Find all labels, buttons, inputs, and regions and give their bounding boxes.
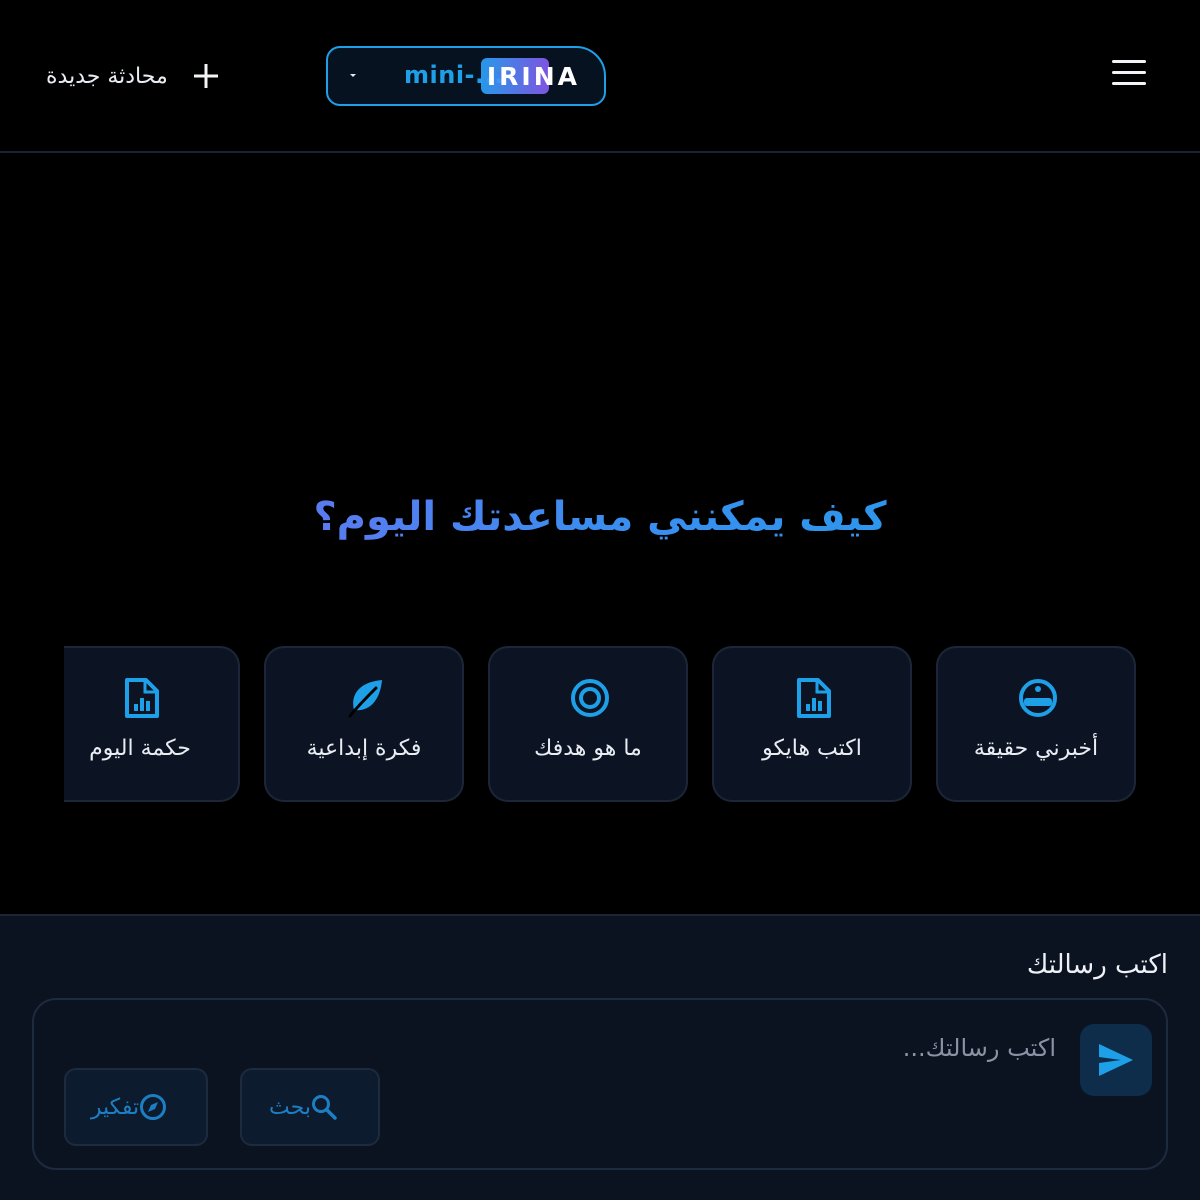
compass-icon — [140, 1094, 167, 1120]
page-title: كيف يمكنني مساعدتك اليوم؟ — [0, 494, 1200, 540]
suggestion-label: حكمة اليوم — [89, 736, 191, 761]
brand-logo: IRINA — [480, 58, 586, 94]
message-composer: اكتب رسالتك بحث تفكير — [0, 914, 1200, 1200]
suggestion-label: اكتب هايكو — [762, 736, 862, 761]
chevron-down-icon — [350, 74, 356, 77]
suggestion-label: ما هو هدفك — [534, 736, 642, 761]
hamburger-menu-icon[interactable] — [1110, 58, 1150, 90]
emoji-icon — [1019, 679, 1057, 717]
search-label: بحث — [269, 1094, 311, 1120]
send-button[interactable] — [1080, 1024, 1152, 1096]
search-button[interactable]: بحث — [240, 1068, 380, 1146]
new-chat-button[interactable]: محادثة جديدة — [46, 58, 220, 94]
top-bar: محادثة جديدة mini-... IRINA — [0, 0, 1200, 153]
message-box: بحث تفكير — [32, 998, 1168, 1170]
brand-text: IRINA — [486, 61, 580, 91]
plus-icon — [193, 64, 218, 88]
new-chat-label: محادثة جديدة — [46, 63, 168, 89]
document-chart-icon — [125, 678, 159, 718]
suggestion-label: فكرة إبداعية — [306, 736, 422, 761]
suggestion-card-wisdom[interactable]: حكمة اليوم — [64, 646, 240, 802]
message-input[interactable] — [356, 1028, 1056, 1068]
send-icon — [1099, 1044, 1133, 1076]
leaf-icon — [348, 680, 382, 718]
suggestion-list: أخبرني حقيقة اكتب هايكو ما هو هدفك فكرة … — [64, 646, 1136, 802]
suggestion-card-goal[interactable]: ما هو هدفك — [488, 646, 688, 802]
think-label: تفكير — [90, 1094, 140, 1120]
suggestion-card-creative[interactable]: فكرة إبداعية — [264, 646, 464, 802]
composer-title: اكتب رسالتك — [1026, 950, 1168, 980]
model-selector[interactable]: mini-... IRINA — [326, 46, 606, 106]
think-button[interactable]: تفكير — [64, 1068, 208, 1146]
document-chart-icon — [797, 678, 831, 718]
target-icon — [571, 679, 609, 717]
search-icon — [311, 1095, 337, 1120]
suggestion-card-fact[interactable]: أخبرني حقيقة — [936, 646, 1136, 802]
suggestion-card-haiku[interactable]: اكتب هايكو — [712, 646, 912, 802]
suggestion-label: أخبرني حقيقة — [973, 736, 1099, 761]
